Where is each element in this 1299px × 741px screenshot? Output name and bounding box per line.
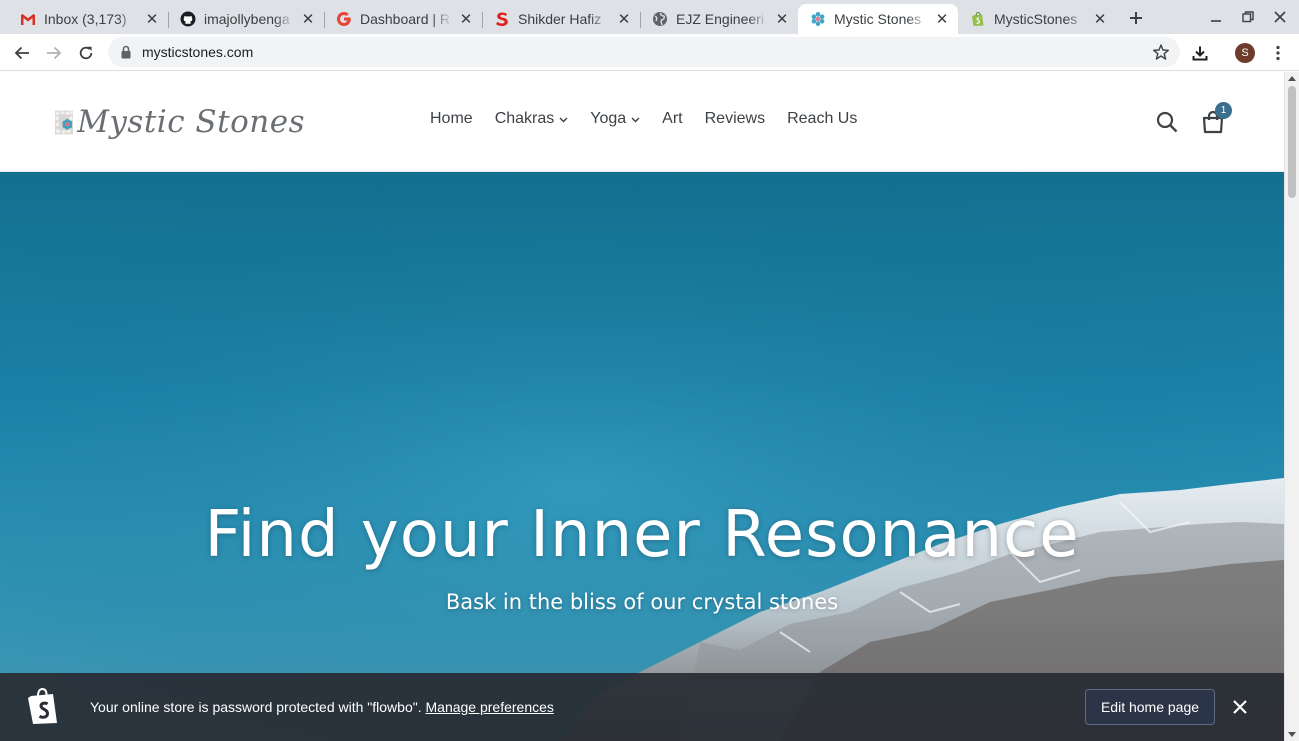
tab-title: Shikder Hafiz xyxy=(518,11,602,27)
search-icon xyxy=(1156,111,1178,133)
profile-avatar[interactable]: S xyxy=(1235,43,1255,63)
page-viewport: Mystic Stones Home Chakras Yoga Art Revi… xyxy=(0,72,1284,741)
tab-ejz[interactable]: EJZ Engineeri ✕ xyxy=(640,4,798,34)
close-tab-icon[interactable]: ✕ xyxy=(300,11,316,28)
close-tab-icon[interactable]: ✕ xyxy=(774,11,790,28)
download-icon xyxy=(1192,46,1208,61)
nav-reach-us[interactable]: Reach Us xyxy=(787,110,857,128)
tab-title: EJZ Engineeri xyxy=(676,11,764,27)
tab-title: Mystic Stones xyxy=(834,11,922,27)
github-icon xyxy=(180,11,196,27)
close-window-button[interactable] xyxy=(1268,6,1292,28)
nav-home[interactable]: Home xyxy=(430,110,473,128)
browser-toolbar: mysticstones.com xyxy=(0,34,1299,71)
minimize-icon xyxy=(1211,20,1221,22)
gmail-icon xyxy=(20,11,36,27)
cart-count-badge: 1 xyxy=(1215,102,1232,119)
close-tab-icon[interactable]: ✕ xyxy=(144,11,160,28)
forward-button[interactable] xyxy=(40,39,68,67)
hero-title: Find your Inner Resonance xyxy=(204,498,1080,572)
downloads-button[interactable] xyxy=(1186,39,1214,67)
close-tab-icon[interactable]: ✕ xyxy=(934,11,950,28)
shopify-icon xyxy=(970,11,986,27)
chevron-down-icon xyxy=(631,117,640,122)
tab-dashboard[interactable]: Dashboard | R ✕ xyxy=(324,4,482,34)
nav-label: Yoga xyxy=(590,110,627,127)
preview-notice-bar: Your online store is password protected … xyxy=(0,673,1284,741)
back-button[interactable] xyxy=(8,39,36,67)
s-red-icon xyxy=(494,11,510,27)
close-icon[interactable] xyxy=(1230,697,1250,717)
arrow-left-icon xyxy=(14,46,29,60)
nav-label: Art xyxy=(662,110,683,127)
close-icon xyxy=(1274,11,1286,23)
search-button[interactable] xyxy=(1154,108,1180,136)
close-tab-icon[interactable]: ✕ xyxy=(458,11,474,28)
notice-text: Your online store is password protected … xyxy=(90,699,422,715)
minimize-window-button[interactable] xyxy=(1204,6,1228,28)
edit-home-page-button[interactable]: Edit home page xyxy=(1085,689,1215,725)
tab-title: Inbox (3,173) xyxy=(44,11,127,27)
browser-menu-button[interactable] xyxy=(1264,39,1292,67)
scroll-down-arrow[interactable] xyxy=(1288,732,1296,737)
mystic-stones-favicon xyxy=(810,11,826,27)
globe-icon xyxy=(652,11,668,27)
close-tab-icon[interactable]: ✕ xyxy=(1092,11,1108,28)
restore-window-button[interactable] xyxy=(1236,6,1260,28)
browser-tab-strip: Inbox (3,173) ✕ imajollybenga ✕ Dashboar… xyxy=(0,0,1299,34)
close-tab-icon[interactable]: ✕ xyxy=(616,11,632,28)
arrow-right-icon xyxy=(47,46,62,60)
logo-wordmark: Mystic Stones xyxy=(77,104,305,140)
notice-message: Your online store is password protected … xyxy=(90,699,554,715)
more-vert-icon xyxy=(1276,45,1280,61)
plus-icon xyxy=(1130,12,1142,24)
nav-yoga[interactable]: Yoga xyxy=(590,110,640,128)
shopify-bag-icon xyxy=(28,687,57,724)
nav-art[interactable]: Art xyxy=(662,110,682,128)
main-navigation: Home Chakras Yoga Art Reviews Reach Us xyxy=(430,110,879,128)
page-scrollbar[interactable] xyxy=(1284,72,1299,741)
reload-icon xyxy=(79,46,93,60)
chevron-down-icon xyxy=(559,117,568,122)
tab-title: MysticStones xyxy=(994,11,1078,27)
nav-label: Chakras xyxy=(494,110,555,127)
url-text: mysticstones.com xyxy=(142,44,254,60)
nav-chakras[interactable]: Chakras xyxy=(495,110,569,128)
mystic-stones-logo-icon xyxy=(55,110,74,134)
tab-mystic-stones[interactable]: Mystic Stones ✕ xyxy=(798,4,958,34)
manage-preferences-link[interactable]: Manage preferences xyxy=(426,699,554,715)
hero-subtitle: Bask in the bliss of our crystal stones xyxy=(445,590,839,614)
hero-banner: Find your Inner Resonance Bask in the bl… xyxy=(0,172,1284,741)
new-tab-button[interactable] xyxy=(1124,6,1148,30)
tab-github[interactable]: imajollybenga ✕ xyxy=(168,4,324,34)
mountain-background xyxy=(0,172,1284,741)
tab-title: imajollybenga xyxy=(204,11,290,27)
restore-icon xyxy=(1242,11,1254,23)
site-header: Mystic Stones Home Chakras Yoga Art Revi… xyxy=(0,72,1284,172)
scrollbar-thumb[interactable] xyxy=(1288,86,1296,198)
scroll-up-arrow[interactable] xyxy=(1288,76,1296,81)
tab-shikder[interactable]: Shikder Hafiz ✕ xyxy=(482,4,640,34)
nav-label: Home xyxy=(430,110,473,127)
tab-shopify-admin[interactable]: MysticStones ✕ xyxy=(958,4,1116,34)
tab-gmail[interactable]: Inbox (3,173) ✕ xyxy=(8,4,168,34)
nav-label: Reach Us xyxy=(787,110,858,127)
star-icon[interactable] xyxy=(1152,43,1170,61)
tab-title: Dashboard | R xyxy=(360,11,451,27)
reload-button[interactable] xyxy=(72,39,100,67)
site-logo[interactable]: Mystic Stones xyxy=(55,86,305,158)
nav-label: Reviews xyxy=(704,110,766,127)
g-icon xyxy=(336,11,352,27)
address-bar[interactable]: mysticstones.com xyxy=(108,37,1180,67)
lock-icon xyxy=(121,45,131,59)
nav-reviews[interactable]: Reviews xyxy=(705,110,765,128)
